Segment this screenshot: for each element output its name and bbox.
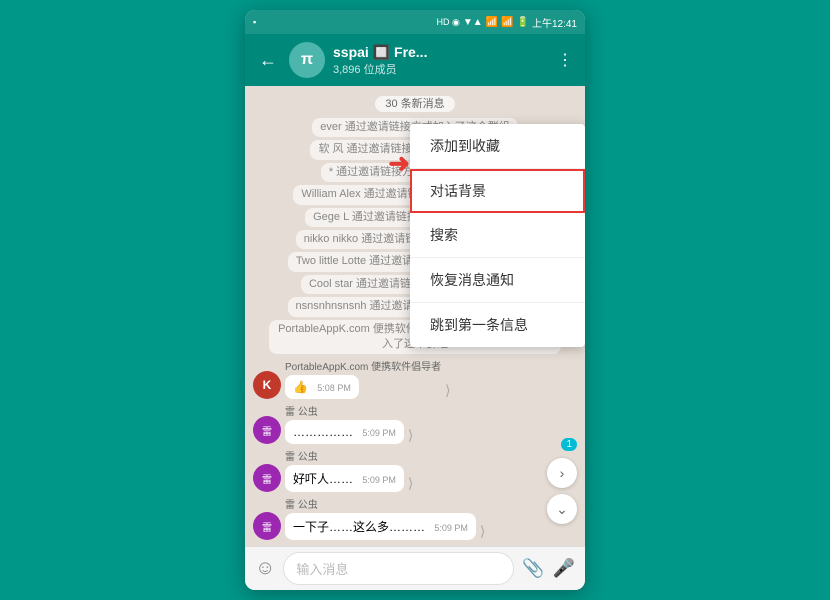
dropdown-overlay[interactable]: 添加到收藏 对话背景 搜索 恢复消息通知 跳到第一条信息 ➜ [245,86,585,546]
status-hd: HD ◉ [436,17,459,28]
attach-button[interactable]: 📎 [522,558,544,579]
header-info: sspai 🔲 Fre... 3,896 位成员 [333,44,549,77]
header-subtitle: 3,896 位成员 [333,61,549,77]
menu-item-favorites[interactable]: 添加到收藏 [410,124,585,169]
status-time: 上午12:41 [532,15,577,30]
phone-frame: ▪ HD ◉ ▼▲ 📶 📶 🔋 上午12:41 ← π sspai 🔲 Fre.… [245,10,585,590]
back-button[interactable]: ← [255,46,281,75]
red-arrow-indicator: ➜ [388,148,410,179]
dropdown-menu: 添加到收藏 对话背景 搜索 恢复消息通知 跳到第一条信息 [410,124,585,347]
menu-item-background[interactable]: 对话背景 [410,169,585,213]
status-icon-left: ▪ [253,17,256,27]
status-bars: 📶 [501,17,513,28]
chat-header: ← π sspai 🔲 Fre... 3,896 位成员 ⋮ [245,34,585,86]
header-title: sspai 🔲 Fre... [333,44,549,61]
menu-item-restore-notify[interactable]: 恢复消息通知 [410,258,585,303]
mic-button[interactable]: 🎤 [553,558,575,579]
chat-area: 30 条新消息 ever 通过邀请链接方式加入了这个群组 软 风 通过邀请链接方… [245,86,585,546]
bottom-input-bar: ☺ 输入消息 📎 🎤 [245,546,585,590]
status-wifi: 📶 [486,17,498,28]
message-input[interactable]: 输入消息 [283,552,514,585]
header-more-icon[interactable]: ⋮ [557,50,575,70]
header-avatar: π [289,42,325,78]
status-battery: 🔋 [517,17,529,28]
menu-item-search[interactable]: 搜索 [410,213,585,258]
status-bar: ▪ HD ◉ ▼▲ 📶 📶 🔋 上午12:41 [245,10,585,34]
emoji-button[interactable]: ☺ [255,557,275,580]
status-signal: ▼▲ [463,17,483,28]
menu-item-jump-first[interactable]: 跳到第一条信息 [410,303,585,347]
